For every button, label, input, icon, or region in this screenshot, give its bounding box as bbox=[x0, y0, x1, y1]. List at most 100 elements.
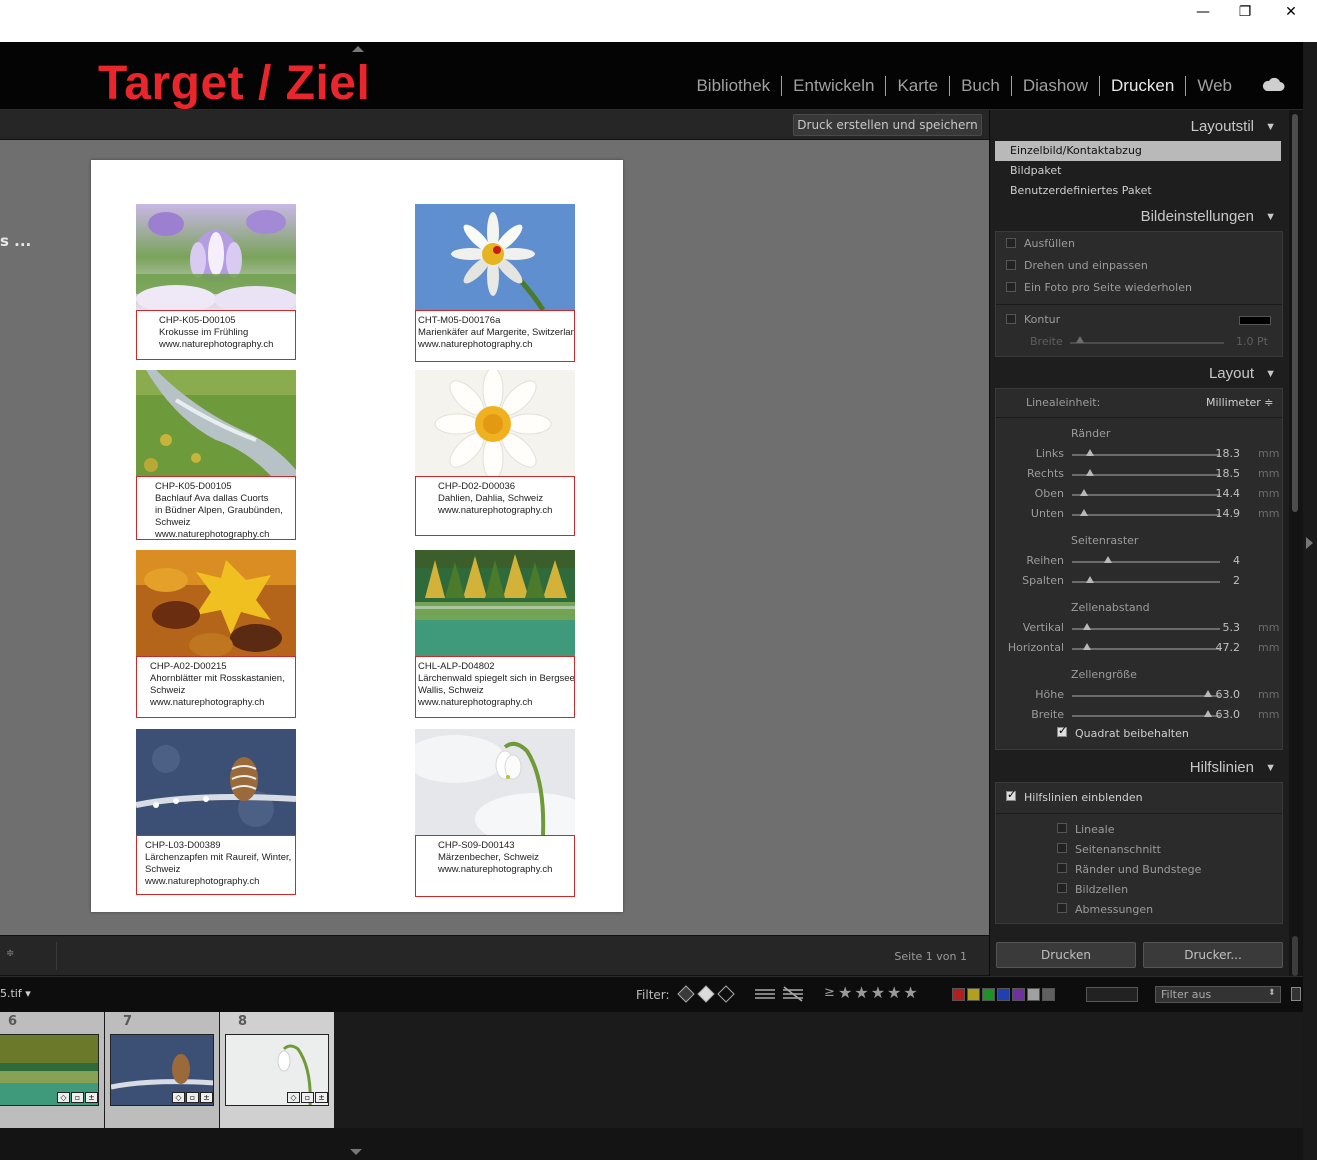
guide-option-checkbox[interactable] bbox=[1057, 823, 1067, 833]
color-label-swatch[interactable] bbox=[1012, 988, 1025, 1001]
guide-option-checkbox[interactable] bbox=[1057, 903, 1067, 913]
color-label-swatch[interactable] bbox=[997, 988, 1010, 1001]
slider-thumb[interactable] bbox=[1083, 643, 1091, 650]
photo-larch-lake[interactable] bbox=[415, 550, 575, 656]
layout-style-item[interactable]: Einzelbild/Kontaktabzug bbox=[995, 141, 1281, 161]
slider-thumb[interactable] bbox=[1080, 509, 1088, 516]
show-guides-checkbox[interactable] bbox=[1006, 788, 1016, 801]
filmstrip-thumb[interactable]: 6 ◇ ▫ ± bbox=[0, 1012, 104, 1128]
print-save-button[interactable]: Druck erstellen und speichern bbox=[793, 114, 982, 136]
slider-track[interactable] bbox=[1072, 648, 1220, 650]
rating-filter-stars[interactable]: ★★★★★ bbox=[838, 983, 920, 1002]
collapse-triangle-icon[interactable]: ▼ bbox=[1265, 203, 1276, 231]
collapse-top-panel-icon[interactable] bbox=[352, 46, 364, 52]
updown-icon[interactable]: ≑ bbox=[6, 948, 14, 959]
slider-track[interactable] bbox=[1072, 628, 1220, 630]
slider-thumb[interactable] bbox=[1104, 556, 1112, 563]
color-label-swatch[interactable] bbox=[967, 988, 980, 1001]
image-cell[interactable]: CHP-K05-D00105 Bachlauf Ava dallas Cuorts… bbox=[136, 370, 296, 540]
slider-track[interactable] bbox=[1072, 581, 1220, 583]
slider-value[interactable]: 4 bbox=[1210, 554, 1240, 567]
cloud-icon[interactable] bbox=[1261, 76, 1285, 92]
slider-track[interactable] bbox=[1072, 561, 1220, 563]
panel-header-hilfslinien[interactable]: Hilfslinien ▼ bbox=[994, 754, 1284, 782]
printer-button[interactable]: Drucker... bbox=[1143, 942, 1283, 968]
filmstrip-thumb[interactable]: 7 ◇ ▫ ± bbox=[105, 1012, 219, 1128]
panel-scrollbar[interactable] bbox=[1289, 110, 1303, 976]
slider-track[interactable] bbox=[1072, 695, 1220, 697]
slider-value[interactable]: 63.0 bbox=[1210, 708, 1241, 721]
close-button[interactable]: ✕ bbox=[1268, 0, 1314, 24]
color-label-swatch[interactable] bbox=[1027, 988, 1040, 1001]
photo-snowflake-flower[interactable] bbox=[415, 729, 575, 835]
guide-option-checkbox[interactable] bbox=[1057, 863, 1067, 873]
slider-value[interactable]: 18.3 bbox=[1210, 447, 1241, 460]
photo-daisy-ladybug[interactable] bbox=[415, 204, 575, 310]
photo-dahlia[interactable] bbox=[415, 370, 575, 476]
slider-value[interactable]: 5.3 bbox=[1210, 621, 1241, 634]
filter-preset-select[interactable]: Filter aus bbox=[1155, 986, 1281, 1003]
slider-thumb[interactable] bbox=[1080, 489, 1088, 496]
image-cell[interactable]: CHP-A02-D00215 Ahornblätter mit Rosskasta… bbox=[136, 550, 296, 718]
panel-header-layoutstil[interactable]: Layoutstil ▼ bbox=[994, 113, 1284, 141]
ruler-unit-select[interactable]: Millimeter ≑ bbox=[1206, 396, 1274, 409]
flag-filter-icon[interactable] bbox=[676, 985, 736, 1003]
image-cell[interactable]: CHP-S09-D00143 Märzenbecher, Schweiz www.n… bbox=[415, 729, 575, 897]
color-label-swatch[interactable] bbox=[1042, 988, 1055, 1001]
module-tab-bibliothek[interactable]: Bibliothek bbox=[685, 76, 781, 96]
slider-thumb[interactable] bbox=[1083, 623, 1091, 630]
slider-value[interactable]: 14.9 bbox=[1210, 507, 1241, 520]
scroll-thumb[interactable] bbox=[1292, 114, 1298, 512]
slider-thumb[interactable] bbox=[1086, 449, 1094, 456]
current-filename[interactable]: 5.tif ▾ bbox=[0, 987, 31, 1000]
minimize-button[interactable]: — bbox=[1180, 0, 1226, 24]
expand-right-icon[interactable] bbox=[1306, 537, 1313, 549]
image-cell[interactable]: CHT-M05-D00176a Marienkäfer auf Margerite… bbox=[415, 204, 575, 362]
collapse-bottom-panel-icon[interactable] bbox=[350, 1149, 362, 1155]
slider-thumb[interactable] bbox=[1086, 469, 1094, 476]
module-tab-drucken[interactable]: Drucken bbox=[1100, 76, 1185, 96]
maximize-button[interactable]: ❐ bbox=[1222, 0, 1268, 24]
image-cell[interactable]: CHP-D02-D00036 Dahlien, Dahlia, Schweiz ww… bbox=[415, 370, 575, 536]
rotate-fit-checkbox[interactable] bbox=[1006, 260, 1016, 270]
stroke-color-swatch[interactable] bbox=[1239, 316, 1271, 325]
image-cell[interactable]: CHP-K05-D00105 Krokusse im Frühling www.na… bbox=[136, 204, 296, 360]
panel-header-layout[interactable]: Layout ▼ bbox=[994, 360, 1284, 388]
photo-stream[interactable] bbox=[136, 370, 296, 476]
module-tab-diashow[interactable]: Diashow bbox=[1012, 76, 1099, 96]
collapse-triangle-icon[interactable]: ▼ bbox=[1265, 754, 1276, 782]
scroll-thumb[interactable] bbox=[1292, 936, 1298, 976]
width-slider-track[interactable] bbox=[1070, 342, 1224, 344]
fill-checkbox[interactable] bbox=[1006, 238, 1016, 248]
guide-option-checkbox[interactable] bbox=[1057, 883, 1067, 893]
filmstrip-thumb-selected[interactable]: 8 ◇ ▫ ± bbox=[220, 1012, 334, 1128]
layout-style-item[interactable]: Benutzerdefiniertes Paket bbox=[995, 181, 1281, 201]
slider-track[interactable] bbox=[1072, 715, 1220, 717]
layout-style-item[interactable]: Bildpaket bbox=[995, 161, 1281, 181]
keep-square-checkbox[interactable] bbox=[1057, 724, 1067, 737]
slider-value[interactable]: 2 bbox=[1210, 574, 1240, 587]
print-button[interactable]: Drucken bbox=[996, 942, 1136, 968]
guide-option-checkbox[interactable] bbox=[1057, 843, 1067, 853]
color-label-swatch[interactable] bbox=[952, 988, 965, 1001]
select-arrows-icon[interactable]: ⬍ bbox=[1268, 988, 1276, 998]
slider-track[interactable] bbox=[1072, 494, 1220, 496]
module-tab-entwickeln[interactable]: Entwickeln bbox=[782, 76, 885, 96]
slider-value[interactable]: 63.0 bbox=[1210, 688, 1241, 701]
repeat-photo-checkbox[interactable] bbox=[1006, 282, 1016, 292]
photo-larch-cone[interactable] bbox=[136, 729, 296, 835]
photo-crocus[interactable] bbox=[136, 204, 296, 310]
slider-track[interactable] bbox=[1072, 454, 1220, 456]
module-tab-karte[interactable]: Karte bbox=[886, 76, 949, 96]
photo-maple-leaves[interactable] bbox=[136, 550, 296, 656]
slider-track[interactable] bbox=[1072, 474, 1220, 476]
image-cell[interactable]: CHP-L03-D00389 Lärchenzapfen mit Raureif,… bbox=[136, 729, 296, 895]
stroke-checkbox[interactable] bbox=[1006, 314, 1016, 324]
slider-value[interactable]: 14.4 bbox=[1210, 487, 1241, 500]
filter-lock-icon[interactable] bbox=[1291, 987, 1301, 1001]
slider-value[interactable]: 47.2 bbox=[1210, 641, 1241, 654]
color-label-swatch[interactable] bbox=[982, 988, 995, 1001]
kind-filter-icon[interactable] bbox=[1086, 987, 1138, 1002]
module-tab-buch[interactable]: Buch bbox=[950, 76, 1011, 96]
slider-track[interactable] bbox=[1072, 514, 1220, 516]
